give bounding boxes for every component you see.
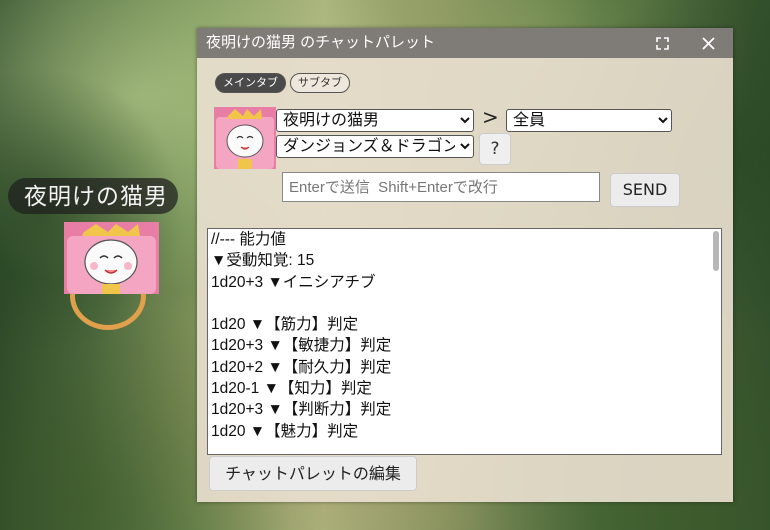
palette-line[interactable]: 1d20-1 ▼【知力】判定 <box>211 378 721 399</box>
chat-palette-list[interactable]: //--- 能力値 ▼受動知覚: 15 1d20+3 ▼イニシアチブ 1d20 … <box>207 228 722 455</box>
palette-line[interactable]: 1d20+3 ▼【敏捷力】判定 <box>211 335 721 356</box>
palette-line[interactable]: //--- 能力値 <box>211 229 721 250</box>
window-title: 夜明けの猫男 のチャットパレット <box>206 34 436 51</box>
palette-lines: //--- 能力値 ▼受動知覚: 15 1d20+3 ▼イニシアチブ 1d20 … <box>208 229 721 442</box>
target-select[interactable]: 全員 <box>506 109 672 132</box>
token-portrait[interactable] <box>64 222 159 294</box>
chat-palette-window: 夜明けの猫男 のチャットパレット メインタブ サブタブ 夜明けの猫男 > 全員 … <box>197 28 733 502</box>
send-button[interactable]: SEND <box>610 173 680 207</box>
palette-line[interactable]: 1d20 ▼【魅力】判定 <box>211 421 721 442</box>
palette-line[interactable]: 1d20+3 ▼イニシアチブ <box>211 272 721 293</box>
game-system-select[interactable]: ダンジョンズ＆ドラゴンズ <box>276 135 474 158</box>
arrow-separator: > <box>482 105 499 129</box>
palette-line[interactable]: 1d20+3 ▼【判断力】判定 <box>211 399 721 420</box>
tab-sub[interactable]: サブタブ <box>290 73 350 93</box>
tab-main[interactable]: メインタブ <box>215 73 286 93</box>
token-name-label: 夜明けの猫男 <box>8 178 178 214</box>
character-avatar <box>214 107 276 169</box>
palette-scrollbar[interactable] <box>713 231 719 271</box>
palette-line[interactable]: 1d20+2 ▼【耐久力】判定 <box>211 357 721 378</box>
edit-palette-button[interactable]: チャットパレットの編集 <box>209 456 417 491</box>
close-icon[interactable] <box>696 28 720 58</box>
character-select[interactable]: 夜明けの猫男 <box>276 109 474 132</box>
palette-line[interactable] <box>211 293 721 314</box>
palette-line[interactable]: 1d20 ▼【筋力】判定 <box>211 314 721 335</box>
message-input[interactable] <box>282 172 600 202</box>
help-button[interactable]: ? <box>479 133 511 165</box>
tab-bar: メインタブ サブタブ <box>215 73 350 93</box>
maximize-icon[interactable] <box>650 28 674 58</box>
window-titlebar[interactable]: 夜明けの猫男 のチャットパレット <box>197 28 733 58</box>
palette-line[interactable]: ▼受動知覚: 15 <box>211 250 721 271</box>
